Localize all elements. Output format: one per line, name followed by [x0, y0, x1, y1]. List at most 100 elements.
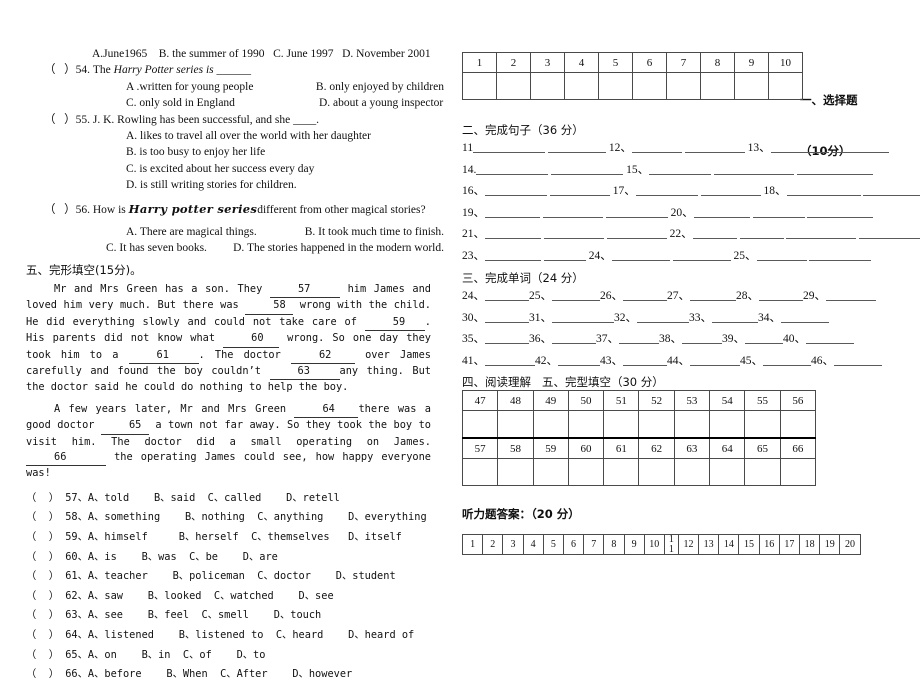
q56-option-d[interactable]: D. The stories happened in the modern wo…: [233, 240, 444, 256]
sentence-blank-12-1[interactable]: [631, 140, 682, 153]
cloze-choice-61[interactable]: （ ） 61、A、teacher B、policeman C、doctor D、…: [26, 567, 444, 587]
listening-answer-table[interactable]: 1 2 3 4 5 6 7 8 9 10 1 1 12 13 14 15 16 17 18 19 20: [461, 534, 861, 555]
word-blank-28[interactable]: [759, 288, 803, 301]
word-blank-43[interactable]: [623, 353, 667, 366]
cloze-choice-65[interactable]: （ ） 65、A、on B、in C、of D、to: [26, 646, 444, 666]
q54-option-b[interactable]: B. only enjoyed by children: [316, 79, 444, 95]
q56-option-c[interactable]: C. It has seven books.: [106, 240, 233, 256]
word-blank-45[interactable]: [763, 353, 811, 366]
word-blank-24[interactable]: [485, 288, 529, 301]
word-blank-40[interactable]: [806, 331, 854, 344]
answer-input-cell[interactable]: [532, 458, 569, 486]
table-row-answers[interactable]: [461, 410, 816, 439]
sentence-blank-12-2[interactable]: [684, 140, 745, 153]
cloze-blank-62[interactable]: 62: [290, 348, 355, 364]
cloze-blank-66[interactable]: 66: [26, 450, 106, 467]
word-blank-39[interactable]: [745, 331, 783, 344]
question-56-stem[interactable]: （ ）56. How is Harry potter seriesdiffere…: [44, 201, 444, 218]
answer-input-cell[interactable]: [461, 458, 499, 486]
question-55-option-c[interactable]: C. is excited about her success every da…: [44, 161, 444, 177]
sentence-blank-25-1[interactable]: [756, 248, 807, 261]
sentence-blank-16-1[interactable]: [485, 183, 547, 196]
answer-input-cell[interactable]: [744, 458, 781, 486]
sentence-blank-22-1[interactable]: [692, 226, 737, 239]
answer-input-cell[interactable]: [700, 72, 735, 100]
answer-input-cell[interactable]: [744, 410, 781, 439]
cloze-blank-63[interactable]: 63: [269, 364, 340, 381]
answer-input-cell[interactable]: [666, 72, 701, 100]
table-row-answers[interactable]: [461, 458, 816, 486]
word-blank-32[interactable]: [637, 310, 689, 323]
cloze-choice-64[interactable]: （ ） 64、A、listened B、listened to C、heard …: [26, 626, 444, 646]
sentence-blank-21-3[interactable]: [606, 226, 667, 239]
word-blank-33[interactable]: [712, 310, 758, 323]
cloze-blank-61[interactable]: 61: [128, 348, 199, 364]
sentence-blank-17-1[interactable]: [635, 183, 698, 196]
sentence-blank-25-2[interactable]: [809, 248, 872, 261]
q54-option-d[interactable]: D. about a young inspector: [319, 95, 443, 111]
table-row-answers[interactable]: [462, 72, 803, 100]
answer-input-cell[interactable]: [462, 72, 497, 100]
sentence-blank-20-1[interactable]: [693, 205, 750, 218]
answer-input-cell[interactable]: [564, 72, 599, 100]
question-55-stem[interactable]: （ ）55. J. K. Rowling has been successful…: [44, 112, 444, 128]
cloze-choice-59[interactable]: （ ） 59、A、himself B、herself C、themselves …: [26, 528, 444, 548]
sentence-blank-15-1[interactable]: [649, 162, 712, 175]
answer-input-cell[interactable]: [734, 72, 769, 100]
answer-input-cell[interactable]: [532, 410, 569, 439]
question-55-option-d[interactable]: D. is still writing stories for children…: [44, 177, 444, 193]
sentence-blank-14-1[interactable]: [476, 162, 549, 175]
sentence-blank-19-3[interactable]: [605, 205, 668, 218]
sentence-blank-24-1[interactable]: [611, 248, 670, 261]
word-blank-42[interactable]: [558, 353, 600, 366]
answer-input-cell[interactable]: [603, 458, 640, 486]
cloze-blank-64[interactable]: 64: [294, 402, 359, 419]
sentence-blank-13-2[interactable]: [831, 140, 890, 153]
sentence-blank-13-1[interactable]: [770, 140, 829, 153]
cloze-blank-57[interactable]: 57: [269, 282, 340, 299]
sentence-blank-20-3[interactable]: [807, 205, 874, 218]
word-blank-30[interactable]: [485, 310, 529, 323]
answer-input-cell[interactable]: [530, 72, 565, 100]
cloze-choice-58[interactable]: （ ） 58、A、something B、nothing C、anything …: [26, 508, 444, 528]
word-blank-38[interactable]: [682, 331, 722, 344]
word-blank-41[interactable]: [485, 353, 535, 366]
answer-input-cell[interactable]: [638, 410, 675, 439]
answer-input-cell[interactable]: [709, 458, 746, 486]
cloze-choice-60[interactable]: （ ） 60、A、is B、was C、be D、are: [26, 548, 444, 568]
question-55-option-b[interactable]: B. is too busy to enjoy her life: [44, 144, 444, 160]
word-blank-29[interactable]: [826, 288, 876, 301]
sentence-blank-18-2[interactable]: [863, 183, 920, 196]
choice-answer-table[interactable]: 1 2 3 4 5 6 7 8 9 10: [462, 52, 803, 100]
answer-input-cell[interactable]: [709, 410, 746, 439]
q54-option-c[interactable]: C. only sold in England: [126, 95, 319, 111]
question-55-option-a[interactable]: A. likes to travel all over the world wi…: [44, 128, 444, 144]
q56-option-b[interactable]: B. It took much time to finish.: [305, 224, 444, 240]
answer-input-cell[interactable]: [673, 410, 711, 439]
sentence-blank-18-1[interactable]: [786, 183, 861, 196]
cloze-blank-65[interactable]: 65: [100, 418, 149, 435]
sentence-blank-22-4[interactable]: [859, 226, 920, 239]
word-blank-36[interactable]: [552, 331, 596, 344]
word-blank-35[interactable]: [485, 331, 529, 344]
sentence-blank-16-2[interactable]: [549, 183, 610, 196]
sentence-blank-11-2[interactable]: [547, 140, 606, 153]
word-blank-46[interactable]: [834, 353, 882, 366]
answer-input-cell[interactable]: [497, 458, 534, 486]
sentence-blank-15-2[interactable]: [714, 162, 794, 175]
word-blank-25[interactable]: [552, 288, 600, 301]
word-blank-26[interactable]: [623, 288, 667, 301]
answer-input-cell[interactable]: [497, 410, 534, 439]
answer-input-cell[interactable]: [673, 458, 711, 486]
word-blank-44[interactable]: [690, 353, 740, 366]
sentence-blank-14-2[interactable]: [551, 162, 624, 175]
sentence-blank-20-2[interactable]: [752, 205, 805, 218]
cloze-blank-59[interactable]: 59: [364, 315, 425, 332]
cloze-blank-60[interactable]: 60: [223, 331, 280, 348]
sentence-blank-15-3[interactable]: [796, 162, 873, 175]
cloze-choice-63[interactable]: （ ） 63、A、see B、feel C、smell D、touch: [26, 606, 444, 626]
answer-input-cell[interactable]: [768, 72, 803, 100]
word-blank-34[interactable]: [781, 310, 829, 323]
sentence-blank-17-2[interactable]: [700, 183, 761, 196]
cloze-choice-57[interactable]: （ ） 57、A、told B、said C、called D、retell: [26, 489, 444, 509]
